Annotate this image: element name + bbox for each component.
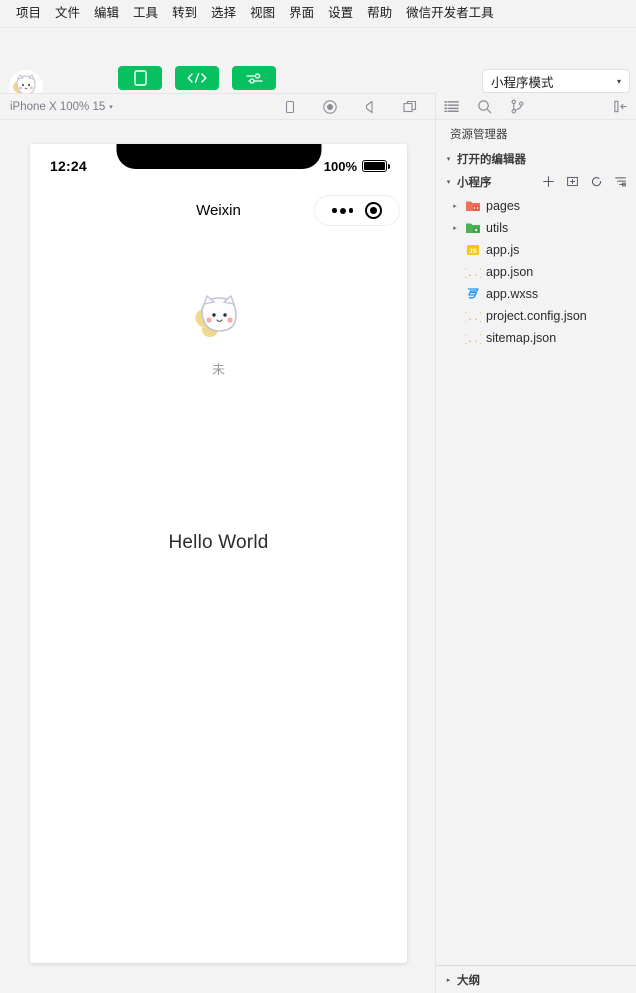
chevron-down-icon: ▾ (446, 155, 451, 163)
avatar-nickname: 未 (211, 362, 225, 377)
tree-item-app-wxss[interactable]: app.wxss (436, 283, 636, 305)
sliders-icon (245, 72, 263, 84)
mode-select[interactable]: 小程序模式 ▾ (482, 69, 630, 93)
chevron-down-icon: ▾ (616, 76, 621, 86)
file-tree: ▸ pages ▸ utils JS app.js .. app.json ap… (436, 193, 636, 349)
tree-item-label: utils (486, 221, 509, 235)
new-file-icon[interactable] (542, 175, 555, 188)
tree-item-pages[interactable]: ▸ pages (436, 195, 636, 217)
device-selector[interactable]: iPhone X 100% 15 ▾ (10, 101, 113, 113)
hello-world-text: Hello World (168, 532, 269, 553)
explorer-title: 资源管理器 (450, 128, 508, 141)
collapse-panel-icon[interactable] (613, 99, 628, 114)
mode-select-value: 小程序模式 (491, 75, 554, 90)
search-icon[interactable] (477, 99, 492, 114)
avatar[interactable] (188, 288, 249, 348)
chevron-right-icon: ▸ (453, 203, 457, 210)
svg-text:JS: JS (469, 248, 478, 255)
explorer-icon[interactable] (444, 99, 459, 114)
tree-item-label: app.wxss (486, 287, 539, 301)
device-selector-label: iPhone X 100% 15 (10, 100, 106, 113)
svg-text:{..}: {..} (465, 334, 481, 346)
section-miniprogram[interactable]: ▾ 小程序 (436, 170, 636, 193)
main-toolbar: 模拟器 编辑器 (0, 28, 636, 111)
menu-bar: 项目 文件 编辑 工具 转到 选择 视图 界面 设置 帮助 微信开发者工具 (0, 0, 636, 28)
phone-notch (116, 144, 321, 169)
phone-status-bar: 12:24 100% (30, 144, 407, 188)
tree-item-utils[interactable]: ▸ utils (436, 217, 636, 239)
tree-item-app-js[interactable]: JS app.js (436, 239, 636, 261)
menu-interface[interactable]: 界面 (282, 3, 321, 24)
json-file-icon: {..} (465, 268, 481, 280)
section-actions (542, 175, 636, 188)
simulator-area: 12:24 100% Weixin 未 Hello World (0, 120, 435, 993)
chevron-right-icon: ▸ (453, 225, 457, 232)
phone-icon (133, 70, 147, 86)
menu-view[interactable]: 视图 (243, 3, 282, 24)
devtools-window: 项目 文件 编辑 工具 转到 选择 视图 界面 设置 帮助 微信开发者工具 小程… (0, 0, 636, 993)
svg-text:{..}: {..} (465, 312, 481, 324)
tree-item-project-config-json[interactable]: {..} project.config.json (436, 305, 636, 327)
js-file-icon: JS (467, 245, 479, 255)
tree-item-label: app.json (486, 265, 534, 279)
tree-item-label: project.config.json (486, 309, 587, 323)
editor-button-box[interactable] (175, 66, 219, 90)
more-icon[interactable] (332, 207, 353, 214)
json-file-icon: {..} (465, 312, 481, 324)
section-open-editors[interactable]: ▾ 打开的编辑器 (436, 147, 636, 170)
tree-item-app-json[interactable]: {..} app.json (436, 261, 636, 283)
menu-goto[interactable]: 转到 (165, 3, 204, 24)
mini-program-page: 未 Hello World (30, 232, 407, 554)
explorer-panel: 资源管理器 ▾ 打开的编辑器 ▾ 小程序 ▸ pages ▸ utils JS … (435, 93, 636, 993)
menu-devtools[interactable]: 微信开发者工具 (399, 3, 501, 24)
json-file-icon: {..} (465, 334, 481, 346)
git-branch-icon[interactable] (510, 99, 525, 114)
section-outline[interactable]: ▸ 大纲 (436, 965, 636, 993)
status-right: 100% (323, 158, 390, 174)
chevron-down-icon: ▾ (109, 103, 113, 111)
phone-frame: 12:24 100% Weixin 未 Hello World (30, 144, 407, 963)
menu-project[interactable]: 项目 (9, 3, 48, 24)
menu-tools[interactable]: 工具 (126, 3, 165, 24)
phone-nav-bar: Weixin (30, 188, 407, 232)
status-time: 12:24 (50, 158, 87, 174)
tree-item-label: pages (486, 199, 521, 213)
menu-settings[interactable]: 设置 (321, 3, 360, 24)
section-open-editors-label: 打开的编辑器 (457, 153, 526, 166)
simulator-button-box[interactable] (118, 66, 162, 90)
css-file-icon (467, 288, 479, 299)
windows-icon[interactable] (402, 99, 418, 115)
capsule-menu[interactable] (314, 195, 400, 226)
device-actions (282, 99, 435, 115)
collapse-all-icon[interactable] (614, 175, 627, 188)
code-icon (187, 72, 207, 84)
folder-green-icon (466, 223, 480, 233)
close-target-icon[interactable] (365, 202, 382, 219)
section-miniprogram-label: 小程序 (457, 176, 492, 189)
svg-text:{..}: {..} (465, 268, 481, 280)
menu-help[interactable]: 帮助 (360, 3, 399, 24)
tree-item-label: sitemap.json (486, 331, 557, 345)
menu-file[interactable]: 文件 (48, 3, 87, 24)
chevron-right-icon: ▸ (446, 976, 451, 984)
refresh-icon[interactable] (590, 175, 603, 188)
volume-icon[interactable] (362, 99, 378, 115)
device-bar: iPhone X 100% 15 ▾ (0, 93, 435, 120)
phone-rotate-icon[interactable] (282, 99, 298, 115)
menu-edit[interactable]: 编辑 (87, 3, 126, 24)
explorer-toolbar (436, 93, 636, 120)
section-outline-label: 大纲 (457, 974, 480, 987)
debugger-button-box[interactable] (232, 66, 276, 90)
tree-item-sitemap-json[interactable]: {..} sitemap.json (436, 327, 636, 349)
menu-select[interactable]: 选择 (204, 3, 243, 24)
chevron-down-icon: ▾ (446, 178, 451, 186)
folder-red-icon (466, 201, 480, 211)
battery-icon (362, 160, 390, 172)
tree-item-label: app.js (486, 243, 520, 257)
new-folder-icon[interactable] (566, 175, 579, 188)
nav-title: Weixin (196, 201, 241, 219)
battery-percent: 100% (323, 158, 357, 174)
record-icon[interactable] (322, 99, 338, 115)
